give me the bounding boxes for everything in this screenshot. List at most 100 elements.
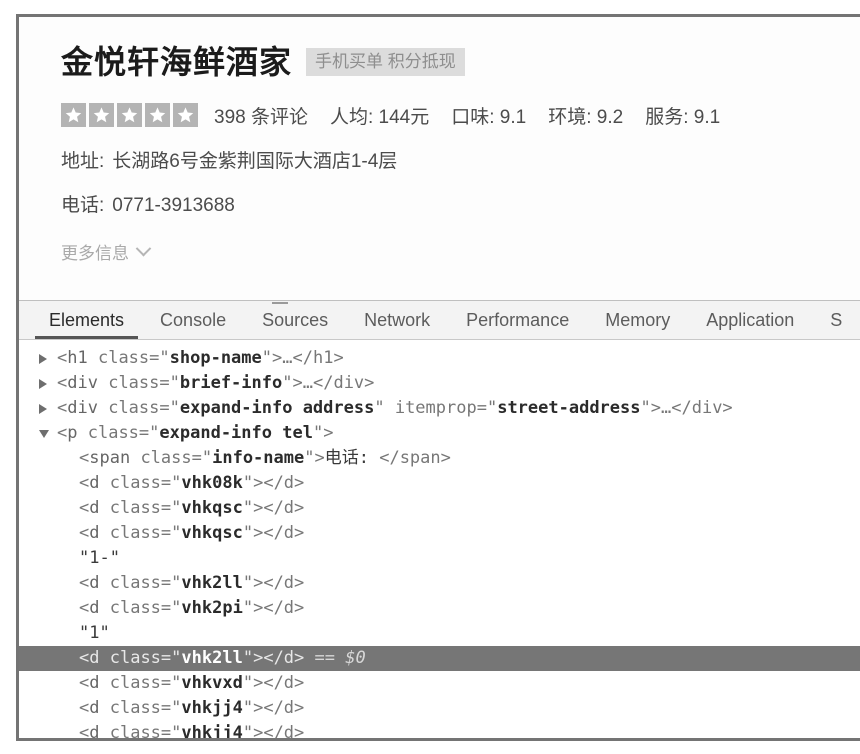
angle-close: > (314, 448, 325, 468)
dom-attr-name: class= (99, 723, 172, 741)
quote: " (149, 423, 160, 443)
dom-text-node: 电话: (324, 448, 380, 468)
dom-tree[interactable]: <h1 class="shop-name">…</h1> <div class="… (19, 340, 860, 741)
angle-close: > (323, 423, 334, 443)
dom-attr-value: vhkjj4 (181, 698, 243, 718)
dom-attr-name: class= (99, 673, 172, 693)
dom-node[interactable]: "1" (19, 621, 860, 646)
dom-close-tag: </d> (263, 648, 305, 668)
angle-open: < (57, 373, 68, 393)
dom-close-tag: </d> (263, 523, 305, 543)
dom-node[interactable]: "1-" (19, 546, 860, 571)
dom-attr-value: vhkvxd (181, 673, 243, 693)
dom-attr-name: class= (99, 473, 172, 493)
angle-close: > (650, 398, 661, 418)
selected-node-ref: == $0 (304, 648, 366, 668)
dom-attr-value: info-name (212, 448, 305, 468)
dom-attr-name: class= (99, 573, 172, 593)
dom-text-node: "1-" (79, 548, 120, 568)
dom-attr-name: class= (97, 398, 170, 418)
tab-console[interactable]: Console (142, 301, 244, 339)
dom-tag-name: p (67, 423, 78, 443)
dom-node[interactable]: <d class="vhkqsc"></d> (19, 496, 860, 521)
tab-label: Application (706, 309, 795, 330)
tab-elements[interactable]: Elements (31, 301, 142, 339)
dom-attr-value: shop-name (169, 348, 262, 368)
devtools-panel: Elements Console Sources Network Performance… (19, 300, 860, 741)
dom-attr-value: vhk2pi (181, 598, 243, 618)
dom-close-tag: </d> (263, 473, 305, 493)
dom-node-selected[interactable]: <d class="vhk2ll"></d> == $0 (19, 646, 860, 671)
dom-close-tag: </d> (263, 498, 305, 518)
tab-s[interactable]: S (812, 301, 842, 339)
shop-title-row: 金悦轩海鲜酒家 手机买单 积分抵现 (19, 39, 860, 85)
angle-close: > (253, 523, 264, 543)
dom-node[interactable]: <d class="vhk08k"></d> (19, 471, 860, 496)
tab-network[interactable]: Network (346, 301, 448, 339)
star-icon (61, 103, 86, 127)
dom-tag-name: div (67, 373, 98, 393)
shop-promo-badge: 手机买单 积分抵现 (306, 48, 465, 76)
tab-performance[interactable]: Performance (448, 301, 587, 339)
angle-close: > (253, 498, 264, 518)
tab-sources[interactable]: Sources (244, 301, 346, 339)
shop-name: 金悦轩海鲜酒家 (61, 44, 293, 80)
more-info-toggle[interactable]: 更多信息 (19, 239, 152, 264)
dom-tag-name: div (67, 398, 98, 418)
quote: " (242, 723, 254, 741)
quote: " (171, 498, 182, 518)
dom-tag-name: span (89, 448, 131, 468)
dom-node[interactable]: <d class="vhkvxd"></d> (19, 671, 860, 696)
quote: " (374, 398, 385, 418)
tab-application[interactable]: Application (688, 301, 812, 339)
dom-attr-value: vhk08k (181, 473, 243, 493)
angle-close: > (253, 673, 264, 693)
quote: " (242, 673, 254, 693)
dom-node[interactable]: <div class="brief-info">…</div> (19, 371, 860, 396)
dom-node[interactable]: <d class="vhkqsc"></d> (19, 521, 860, 546)
quote: " (171, 523, 182, 543)
tab-memory[interactable]: Memory (587, 301, 688, 339)
review-count[interactable]: 398 条评论 (214, 102, 308, 129)
triangle-right-icon[interactable] (39, 396, 53, 421)
quote: " (304, 448, 315, 468)
dom-attr-name: class= (130, 448, 202, 468)
dom-node[interactable]: <span class="info-name">电话: </span> (19, 446, 860, 471)
collapsed-ellipsis: … (282, 348, 293, 368)
dom-tag-name: d (89, 598, 100, 618)
dom-attr-name: class= (87, 348, 160, 368)
dom-node[interactable]: <d class="vhk2pi"></d> (19, 596, 860, 621)
star-icon (173, 103, 198, 127)
angle-open: < (79, 448, 90, 468)
dom-close-tag: </d> (263, 573, 305, 593)
dom-close-tag: </span> (379, 448, 451, 468)
quote: " (159, 348, 170, 368)
angle-close: > (253, 598, 264, 618)
dom-close-tag: </div> (671, 398, 733, 418)
dom-node[interactable]: <h1 class="shop-name">…</h1> (19, 346, 860, 371)
quote: " (312, 423, 324, 443)
quote: " (242, 598, 254, 618)
dom-node[interactable]: <d class="vhk2ll"></d> (19, 571, 860, 596)
triangle-right-icon[interactable] (39, 371, 53, 396)
dom-close-tag: </d> (263, 723, 305, 741)
triangle-right-icon[interactable] (39, 346, 53, 371)
shop-info-panel: 金悦轩海鲜酒家 手机买单 积分抵现 398 条评论 人均: 144元 口味: 9… (19, 17, 860, 300)
dom-attr-name: class= (99, 498, 172, 518)
quote: " (242, 573, 254, 593)
telephone-line: 电话: 0771-3913688 (19, 190, 860, 217)
triangle-down-icon[interactable] (39, 421, 53, 446)
more-info-label: 更多信息 (61, 244, 129, 263)
tab-label: Performance (466, 309, 570, 330)
dom-tag-name: d (89, 498, 100, 518)
screenshot-root: 金悦轩海鲜酒家 手机买单 积分抵现 398 条评论 人均: 144元 口味: 9… (0, 0, 860, 754)
dom-node[interactable]: <d class="vhkjj4"></d> (19, 721, 860, 741)
telephone-label: 电话: (61, 195, 105, 216)
angle-open: < (79, 473, 90, 493)
dom-node[interactable]: <div class="expand-info address" itempro… (19, 396, 860, 421)
shop-brief-info: 398 条评论 人均: 144元 口味: 9.1 环境: 9.2 服务: 9.1 (19, 101, 860, 129)
dom-attr-value: expand-info address (179, 398, 375, 418)
dom-node[interactable]: <p class="expand-info tel"> (19, 421, 860, 446)
angle-open: < (79, 673, 90, 693)
dom-node[interactable]: <d class="vhkjj4"></d> (19, 696, 860, 721)
